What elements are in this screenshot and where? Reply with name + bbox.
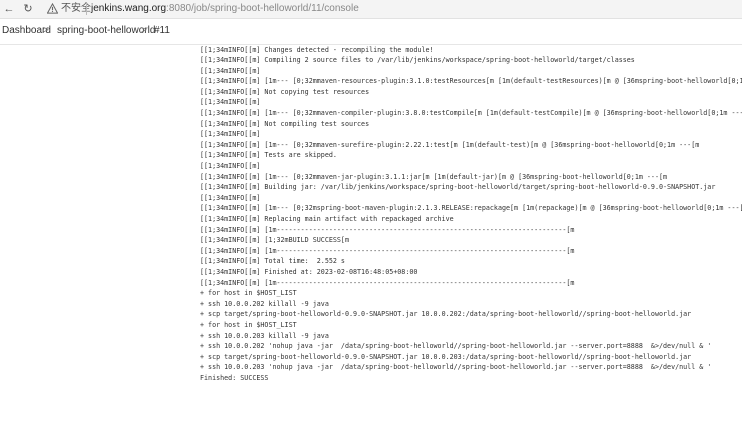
- breadcrumb-separator: >: [43, 25, 49, 36]
- address-separator: [86, 3, 87, 15]
- back-arrow-icon[interactable]: ←: [2, 2, 16, 16]
- url-path: :8080/job/spring-boot-helloworld/11/cons…: [166, 3, 359, 14]
- console-line: [[1;34mINFO[[m] [1m---------------------…: [200, 278, 575, 287]
- console-line: [[1;34mINFO[[m] Not compiling test sourc…: [200, 119, 370, 128]
- warning-triangle-icon[interactable]: [46, 2, 59, 15]
- browser-toolbar: ← ↻ 不安全 jenkins.wang.org:8080/job/spring…: [0, 0, 742, 19]
- console-line: [[1;34mINFO[[m] [1m--- [0;32mmaven-suref…: [200, 140, 700, 149]
- console-line: [[1;34mINFO[[m]: [200, 98, 261, 107]
- console-line: [[1;34mINFO[[m] Not copying test resourc…: [200, 87, 370, 96]
- console-line: [[1;34mINFO[[m] [1;32mBUILD SUCCESS[m: [200, 236, 349, 245]
- console-line: [[1;34mINFO[[m]: [200, 162, 261, 171]
- console-line: [[1;34mINFO[[m] Replacing main artifact …: [200, 215, 454, 223]
- console-line: + scp target/spring-boot-helloworld-0.9.…: [200, 310, 692, 319]
- console-line: + ssh 10.0.0.203 killall -9 java: [200, 331, 329, 340]
- reload-icon[interactable]: ↻: [21, 2, 35, 16]
- console-line: + ssh 10.0.0.202 'nohup java -jar /data/…: [200, 342, 712, 351]
- console-line: [[1;34mINFO[[m]: [200, 193, 261, 202]
- console-line: [[1;34mINFO[[m] Compiling 2 source files…: [200, 56, 635, 65]
- url-host: jenkins.wang.org: [91, 3, 167, 14]
- console-line: [[1;34mINFO[[m]: [200, 66, 261, 75]
- console-line: [[1;34mINFO[[m] [1m---------------------…: [200, 225, 575, 234]
- console-line: + scp target/spring-boot-helloworld-0.9.…: [200, 352, 692, 361]
- console-line: + for host in $HOST_LIST: [200, 289, 297, 298]
- console-line: Finished: SUCCESS: [200, 373, 269, 382]
- console-line: [[1;34mINFO[[m] Building jar: /var/lib/j…: [200, 183, 716, 192]
- console-line: [[1;34mINFO[[m] [1m--- [0;32mspring-boot…: [200, 204, 742, 213]
- console-line: [[1;34mINFO[[m] [1m--- [0;32mmaven-jar-p…: [200, 172, 668, 181]
- warning-triangle-icon-svg: [46, 2, 59, 14]
- console-line: [[1;34mINFO[[m]: [200, 130, 261, 139]
- console-line: [[1;34mINFO[[m] Finished at: 2023-02-08T…: [200, 267, 418, 276]
- console-line: + ssh 10.0.0.202 killall -9 java: [200, 299, 329, 308]
- console-line: [[1;34mINFO[[m] [1m--- [0;32mmaven-compi…: [200, 109, 742, 118]
- console-output: [[1;34mINFO[[m] Changes detected - recom…: [200, 44, 742, 424]
- console-line: + for host in $HOST_LIST: [200, 320, 297, 329]
- console-line: [[1;34mINFO[[m] Tests are skipped.: [200, 151, 337, 160]
- console-line: [[1;34mINFO[[m] [1m---------------------…: [200, 246, 575, 255]
- console-line: + ssh 10.0.0.203 'nohup java -jar /data/…: [200, 363, 712, 372]
- console-line: [[1;34mINFO[[m] [1m--- [0;32mmaven-resou…: [200, 77, 742, 86]
- console-line: [[1;34mINFO[[m] Total time: 2.552 s: [200, 257, 345, 266]
- address-bar[interactable]: jenkins.wang.org:8080/job/spring-boot-he…: [91, 2, 359, 16]
- breadcrumb-build[interactable]: #11: [154, 24, 170, 38]
- console-line: [[1;34mINFO[[m] Changes detected - recom…: [200, 45, 434, 54]
- breadcrumb-separator: >: [141, 25, 147, 36]
